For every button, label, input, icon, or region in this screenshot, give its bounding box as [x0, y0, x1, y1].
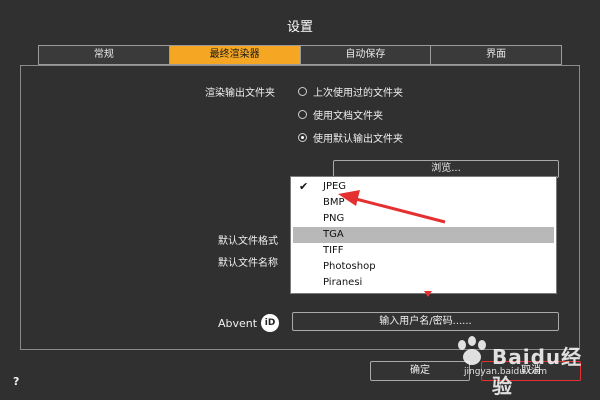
radio-default-output-folder[interactable]: 使用默认输出文件夹: [298, 130, 403, 145]
option-label: Piranesi: [323, 277, 363, 288]
tab-interface[interactable]: 界面: [430, 45, 562, 65]
radio-label: 使用默认输出文件夹: [313, 134, 403, 145]
tab-final-renderer[interactable]: 最终渲染器: [168, 45, 300, 65]
render-output-label: 渲染输出文件夹: [205, 88, 275, 99]
settings-dialog: 设置 常规 最终渲染器 自动保存 界面 渲染输出文件夹 上次使用过的文件夹 使用…: [0, 0, 600, 400]
baidu-watermark: Baidu经验 jingyan.baidu.com: [452, 333, 592, 398]
format-option-tga[interactable]: TGA: [293, 227, 554, 243]
abvent-id-brand: Abvent iD: [218, 314, 280, 332]
radio-button[interactable]: [298, 110, 307, 119]
radio-label: 上次使用过的文件夹: [313, 88, 403, 99]
scroll-down-caret-icon[interactable]: [424, 291, 432, 297]
annotation-arrow-icon: [338, 190, 446, 224]
brand-name: Abvent: [218, 316, 258, 330]
radio-label: 使用文档文件夹: [313, 111, 383, 122]
option-label: TGA: [323, 229, 344, 240]
radio-button[interactable]: [298, 87, 307, 96]
tab-autosave[interactable]: 自动保存: [299, 45, 431, 65]
paw-logo-icon: [458, 336, 486, 365]
checkmark-icon: ✔: [299, 180, 309, 193]
login-button[interactable]: 输入用户名/密码......: [292, 312, 559, 331]
option-label: Photoshop: [323, 261, 376, 272]
dialog-title: 设置: [286, 20, 313, 35]
tab-bar: 常规 最终渲染器 自动保存 界面: [38, 45, 562, 65]
radio-document-folder[interactable]: 使用文档文件夹: [298, 107, 383, 122]
id-badge-icon: iD: [261, 314, 280, 332]
format-option-tiff[interactable]: TIFF: [291, 243, 556, 259]
radio-last-used-folder[interactable]: 上次使用过的文件夹: [298, 84, 403, 99]
help-button[interactable]: ?: [13, 375, 19, 388]
default-name-label: 默认文件名称: [218, 258, 278, 269]
watermark-url: jingyan.baidu.com: [464, 367, 548, 377]
default-format-label: 默认文件格式: [218, 236, 278, 247]
option-label: TIFF: [323, 245, 344, 256]
format-option-photoshop[interactable]: Photoshop: [291, 259, 556, 275]
format-option-piranesi[interactable]: Piranesi: [291, 275, 556, 291]
radio-button-checked[interactable]: [298, 133, 307, 142]
tab-general[interactable]: 常规: [38, 45, 169, 65]
